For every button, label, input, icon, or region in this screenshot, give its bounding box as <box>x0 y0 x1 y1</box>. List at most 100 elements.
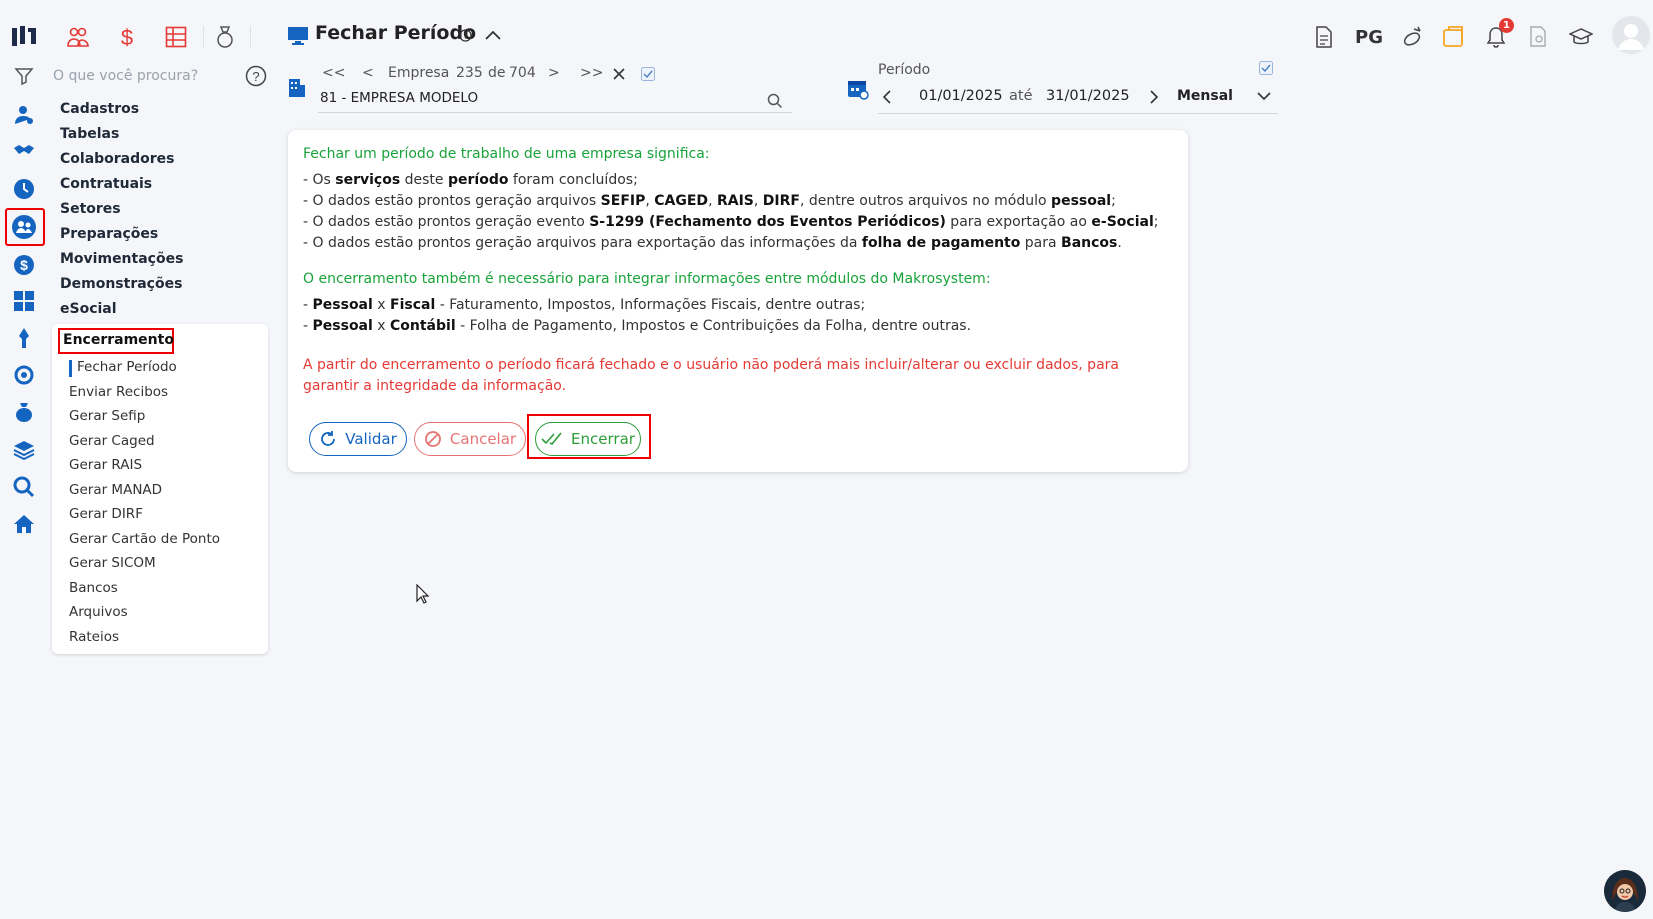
period-end-date[interactable]: 31/01/2025 <box>1046 88 1130 104</box>
submenu-item-rateios[interactable]: Rateios <box>69 629 119 645</box>
chevron-down-icon[interactable] <box>1256 90 1272 102</box>
search-icon[interactable] <box>767 93 783 109</box>
period-prev-chevron-icon[interactable] <box>882 90 892 104</box>
finance-module-icon[interactable]: $ <box>112 22 142 52</box>
building-icon <box>288 76 306 98</box>
money-bag-icon[interactable] <box>10 398 38 426</box>
submenu-item-gerar-cartao-de-ponto[interactable]: Gerar Cartão de Ponto <box>69 531 220 547</box>
assistant-avatar[interactable] <box>1604 870 1646 912</box>
submenu-item-gerar-caged[interactable]: Gerar Caged <box>69 433 155 449</box>
pen-icon[interactable] <box>10 324 38 352</box>
period-checkbox[interactable] <box>1259 61 1273 75</box>
cadastros-icon[interactable] <box>10 101 38 129</box>
period-start-date[interactable]: 01/01/2025 <box>919 88 1003 104</box>
submenu-title-encerramento[interactable]: Encerramento <box>58 328 174 354</box>
dollar-icon[interactable]: $ <box>10 251 38 279</box>
cancel-icon <box>425 431 441 447</box>
layers-icon[interactable] <box>10 436 38 464</box>
next-company-button[interactable]: > <box>548 65 560 81</box>
menu-item-preparacoes[interactable]: Preparações <box>60 226 158 242</box>
period-underline <box>878 113 1278 114</box>
svg-text:?: ? <box>252 69 259 84</box>
active-indicator <box>69 360 72 377</box>
card-line-3: - O dados estão prontos geração evento S… <box>303 214 1159 230</box>
monitor-icon <box>287 26 309 46</box>
home-icon[interactable] <box>10 510 38 538</box>
prev-company-button[interactable]: < <box>362 65 374 81</box>
gear-network-icon[interactable] <box>10 361 38 389</box>
chevron-up-icon[interactable] <box>484 28 502 42</box>
last-company-button[interactable]: >> <box>580 65 603 81</box>
people-module-icon[interactable] <box>63 22 93 52</box>
user-avatar[interactable] <box>1612 16 1650 54</box>
document-icon[interactable] <box>1309 22 1339 52</box>
period-next-chevron-icon[interactable] <box>1149 90 1159 104</box>
menu-item-tabelas[interactable]: Tabelas <box>60 126 119 142</box>
close-icon[interactable] <box>613 68 625 80</box>
card-line-2: - O dados estão prontos geração arquivos… <box>303 193 1116 209</box>
module-separator <box>250 26 251 48</box>
help-icon[interactable]: ? <box>245 65 267 87</box>
icon-rail: $ <box>0 0 48 919</box>
menu-item-movimentacoes[interactable]: Movimentações <box>60 251 183 267</box>
card-intro-2: O encerramento também é necessário para … <box>303 271 991 287</box>
satellite-icon[interactable] <box>1397 22 1427 52</box>
menu-item-colaboradores[interactable]: Colaboradores <box>60 151 175 167</box>
empresa-total: 704 <box>509 65 536 81</box>
clock-icon[interactable] <box>10 175 38 203</box>
calculator-icon[interactable] <box>10 287 38 315</box>
notification-badge: 1 <box>1499 18 1514 33</box>
menu-item-setores[interactable]: Setores <box>60 201 121 217</box>
empresa-label: Empresa <box>388 65 450 81</box>
validar-label: Validar <box>345 430 397 448</box>
filter-icon[interactable] <box>10 62 38 90</box>
report-search-icon[interactable] <box>1524 22 1554 52</box>
calendar-icon <box>847 78 869 100</box>
menu-item-esocial[interactable]: eSocial <box>60 301 117 317</box>
card-warning: A partir do encerramento o período ficar… <box>303 357 1119 394</box>
pg-button[interactable]: PG <box>1352 22 1386 52</box>
submenu-item-arquivos[interactable]: Arquivos <box>69 604 128 620</box>
card-intro: Fechar um período de trabalho de uma emp… <box>303 146 710 162</box>
card-line-5: - Pessoal x Fiscal - Faturamento, Impost… <box>303 297 866 313</box>
submenu-item-enviar-recibos[interactable]: Enviar Recibos <box>69 384 168 400</box>
card-line-1: - Os serviços deste período foram conclu… <box>303 172 638 188</box>
submenu-item-fechar-periodo[interactable]: Fechar Período <box>77 359 177 375</box>
submenu-item-gerar-sicom[interactable]: Gerar SICOM <box>69 555 156 571</box>
period-ate-label: até <box>1009 88 1033 104</box>
money-bag-module-icon[interactable] <box>210 22 240 52</box>
period-type-select[interactable]: Mensal <box>1177 88 1233 104</box>
active-module-highlight <box>5 208 45 246</box>
first-company-button[interactable]: << <box>322 65 345 81</box>
menu-item-cadastros[interactable]: Cadastros <box>60 101 139 117</box>
company-underline <box>318 112 792 113</box>
info-icon[interactable] <box>459 29 472 42</box>
submenu-item-bancos[interactable]: Bancos <box>69 580 118 596</box>
page-title: Fechar Período <box>315 22 477 44</box>
makro-logo-icon[interactable] <box>10 22 38 50</box>
company-field[interactable]: 81 - EMPRESA MODELO <box>320 90 478 106</box>
refresh-icon <box>321 431 336 446</box>
empresa-de: de <box>488 65 506 81</box>
submenu-item-gerar-manad[interactable]: Gerar MANAD <box>69 482 162 498</box>
spreadsheet-module-icon[interactable] <box>161 22 191 52</box>
search-zoom-icon[interactable] <box>10 473 38 501</box>
company-checkbox[interactable] <box>641 67 655 81</box>
validar-button[interactable]: Validar <box>309 422 407 456</box>
submenu-item-gerar-dirf[interactable]: Gerar DIRF <box>69 506 143 522</box>
handshake-icon[interactable] <box>10 137 38 165</box>
cancelar-button[interactable]: Cancelar <box>414 422 526 456</box>
card-line-6: - Pessoal x Contábil - Folha de Pagament… <box>303 318 972 334</box>
submenu-item-gerar-rais[interactable]: Gerar RAIS <box>69 457 142 473</box>
module-separator <box>203 26 204 48</box>
submenu-item-gerar-sefip[interactable]: Gerar Sefip <box>69 408 145 424</box>
svg-text:$: $ <box>20 257 28 273</box>
period-label: Período <box>878 62 931 78</box>
folder-note-icon[interactable] <box>1438 22 1468 52</box>
encerrar-highlight <box>527 414 651 459</box>
menu-item-contratuais[interactable]: Contratuais <box>60 176 152 192</box>
menu-item-demonstracoes[interactable]: Demonstrações <box>60 276 182 292</box>
mouse-cursor-icon <box>416 584 430 604</box>
graduation-cap-icon[interactable] <box>1566 22 1596 52</box>
search-input[interactable]: O que você procura? <box>53 68 198 84</box>
